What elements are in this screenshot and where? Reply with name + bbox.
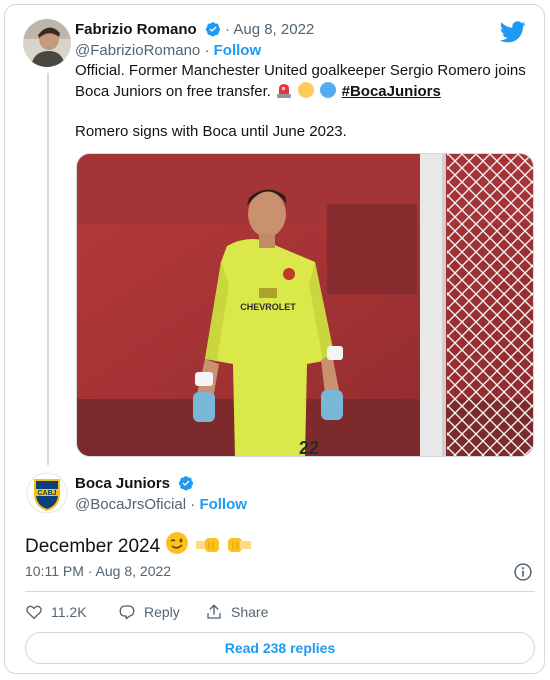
follow-fabrizio-button[interactable]: Follow [214,42,262,59]
jersey-sponsor-text: CHEVROLET [240,302,296,312]
quoted-tweet-text: Official. Former Manchester United goalk… [75,61,535,142]
quoted-author-line: Fabrizio Romano · Aug 8, 2022 [75,21,314,38]
share-icon [207,604,221,619]
left-facing-fist-emoji [228,538,252,552]
read-replies-button[interactable]: Read 238 replies [25,632,535,664]
heart-icon [26,605,42,620]
yellow-circle-emoji [298,82,315,98]
quoted-handle-line: @FabrizioRomano · Follow [75,42,262,59]
quoted-tweet-date[interactable]: Aug 8, 2022 [233,21,314,38]
main-author-name[interactable]: Boca Juniors [75,475,170,492]
quoted-author-handle[interactable]: @FabrizioRomano [75,42,200,59]
main-tweet-timestamp[interactable]: 10:11 PM · Aug 8, 2022 [25,563,171,579]
tweet-photo[interactable]: CHEVROLET 22 [76,153,534,457]
blue-circle-emoji [320,82,337,98]
verified-badge-icon [179,476,194,491]
share-action[interactable]: Share [205,603,268,621]
main-author-handle[interactable]: @BocaJrsOficial [75,496,186,513]
siren-emoji [277,84,292,98]
verified-badge-icon [205,22,220,37]
quoted-text-line2: Boca Juniors on free transfer. #BocaJuni… [75,82,441,100]
jersey-number-text: 22 [299,438,319,457]
main-author-line: Boca Juniors [75,475,194,492]
hashtag-link[interactable]: #BocaJuniors [342,83,441,100]
divider [25,591,535,592]
quoted-text-line3: Romero signs with Boca until June 2023. [75,123,347,140]
reply-bubble-icon [119,605,135,620]
boca-juniors-avatar[interactable]: CABJ [26,472,68,514]
follow-boca-button[interactable]: Follow [199,496,247,513]
reply-action[interactable]: Reply [118,603,180,621]
twitter-bird-icon[interactable] [500,21,526,43]
date-separator: · [225,21,231,38]
tweet-embed-card: Fabrizio Romano · Aug 8, 2022 @FabrizioR… [4,4,545,674]
fabrizio-avatar[interactable] [23,19,71,67]
reply-label: Reply [144,604,180,620]
quoted-author-name[interactable]: Fabrizio Romano [75,21,197,38]
main-tweet-text: December 2024 [25,531,252,559]
boca-crest-text: CABJ [37,490,56,497]
like-action[interactable]: 11.2K [25,603,87,621]
info-icon[interactable] [513,562,533,582]
right-facing-fist-emoji [195,538,219,552]
quoted-text-line1: Official. Former Manchester United goalk… [75,62,526,79]
main-handle-line: @BocaJrsOficial · Follow [75,496,247,513]
like-count: 11.2K [51,604,87,620]
share-label: Share [231,604,269,620]
thread-connector-line [47,73,49,465]
winking-face-emoji [166,532,189,554]
